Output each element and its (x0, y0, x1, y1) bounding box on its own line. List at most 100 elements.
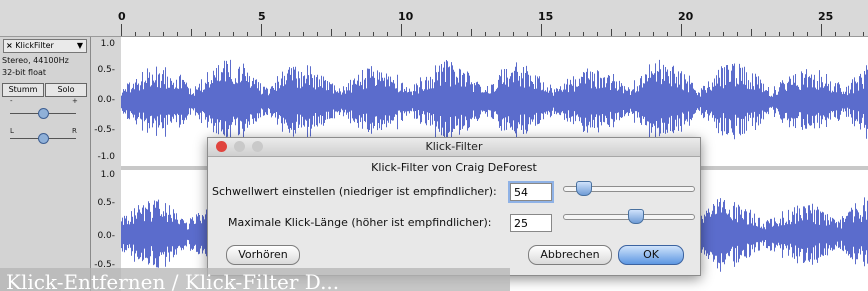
ruler-tick (835, 32, 836, 36)
ruler-tick (821, 24, 822, 36)
click-width-slider-thumb[interactable] (627, 209, 644, 224)
amplitude-scale-channel1: 1.0 0.5- 0.0- -0.5- -1.0 (91, 37, 121, 167)
ruler-tick (233, 32, 234, 36)
gain-minus-label: - (10, 97, 13, 105)
gain-plus-label: + (72, 97, 78, 105)
amplitude-scale-channel2: 1.0 0.5- 0.0- -0.5- (91, 168, 121, 270)
ruler-tick (709, 32, 710, 36)
ruler-tick (527, 32, 528, 36)
ruler-tick (765, 32, 766, 36)
ruler-tick (219, 32, 220, 36)
gain-slider-knob[interactable] (38, 108, 49, 119)
ruler-tick (695, 32, 696, 36)
threshold-slider-thumb[interactable] (575, 181, 592, 196)
ruler-tick (471, 29, 472, 36)
pan-slider[interactable] (10, 133, 76, 144)
ruler-tick (723, 32, 724, 36)
ruler-tick (513, 32, 514, 36)
ruler-tick (793, 32, 794, 36)
ruler-tick (135, 32, 136, 36)
ruler-label: 5 (258, 10, 266, 23)
ruler-tick (121, 24, 122, 36)
pan-right-label: R (72, 127, 77, 135)
ruler-tick (611, 29, 612, 36)
ruler-tick (583, 32, 584, 36)
scale-label: 0.0- (97, 231, 115, 241)
ruler-tick (177, 32, 178, 36)
ruler-tick (807, 32, 808, 36)
track-close-icon[interactable]: × (4, 41, 13, 50)
ruler-tick (653, 32, 654, 36)
ruler-tick (499, 32, 500, 36)
timeline-ruler[interactable]: 0 5 10 15 20 25 (0, 0, 868, 37)
track-control-panel: × KlickFilter ▼ Stereo, 44100Hz 32-bit f… (0, 37, 91, 291)
ruler-tick (261, 24, 262, 36)
ruler-tick (373, 32, 374, 36)
scale-label: -0.5- (94, 125, 115, 135)
ruler-tick (569, 32, 570, 36)
cancel-button[interactable]: Abbrechen (528, 245, 612, 265)
ruler-tick (681, 24, 682, 36)
ruler-tick (555, 32, 556, 36)
scale-label: 0.0- (97, 95, 115, 105)
ruler-tick (849, 32, 850, 36)
pan-slider-knob[interactable] (38, 133, 49, 144)
ruler-tick (345, 32, 346, 36)
ruler-tick (289, 32, 290, 36)
ruler-tick (247, 32, 248, 36)
chevron-down-icon[interactable]: ▼ (77, 40, 83, 52)
ruler-tick (625, 32, 626, 36)
ruler-tick (443, 32, 444, 36)
solo-button[interactable]: Solo (45, 83, 87, 97)
pan-left-label: L (10, 127, 14, 135)
ruler-tick (205, 32, 206, 36)
ruler-label: 0 (118, 10, 126, 23)
track-name-menu[interactable]: × KlickFilter ▼ (3, 39, 87, 53)
ruler-tick (541, 24, 542, 36)
preview-button[interactable]: Vorhören (226, 245, 300, 265)
ruler-tick (401, 24, 402, 36)
ruler-tick (303, 32, 304, 36)
ruler-tick (457, 32, 458, 36)
ruler-tick (485, 32, 486, 36)
waveform-channel (121, 59, 868, 143)
track-name: KlickFilter (15, 41, 54, 50)
ruler-tick (667, 32, 668, 36)
track-bit-depth: 32-bit float (2, 68, 47, 77)
gain-slider[interactable] (10, 108, 76, 119)
ruler-label: 10 (398, 10, 414, 23)
ruler-tick (415, 32, 416, 36)
ruler-tick (639, 32, 640, 36)
threshold-input[interactable]: 54 (510, 183, 552, 201)
klick-filter-dialog: Klick-Filter Klick-Filter von Craig DeFo… (207, 137, 701, 276)
ruler-tick (779, 32, 780, 36)
dialog-titlebar[interactable]: Klick-Filter (208, 138, 700, 157)
ruler-tick (359, 32, 360, 36)
caption-overlay: Klick-Entfernen / Klick-Filter D... (0, 268, 510, 291)
ruler-tick (751, 29, 752, 36)
threshold-label: Schwellwert einstellen (niedriger ist em… (212, 185, 497, 198)
ruler-tick (737, 32, 738, 36)
mute-button[interactable]: Stumm (2, 83, 44, 97)
scale-label: 1.0 (100, 170, 115, 180)
ok-button[interactable]: OK (618, 245, 684, 265)
ruler-tick (429, 32, 430, 36)
ruler-tick (191, 29, 192, 36)
ruler-label: 15 (538, 10, 554, 23)
caption-text: Klick-Entfernen / Klick-Filter D... (6, 270, 340, 291)
ruler-tick (317, 32, 318, 36)
ruler-tick (275, 32, 276, 36)
click-width-slider[interactable] (563, 209, 695, 224)
ruler-label: 25 (818, 10, 834, 23)
scale-label: -1.0 (97, 152, 115, 162)
ruler-tick (597, 32, 598, 36)
ruler-tick (863, 32, 864, 36)
ruler-tick (331, 29, 332, 36)
dialog-title: Klick-Filter (425, 140, 483, 153)
scale-label: 0.5- (97, 65, 115, 75)
scale-label: 1.0 (100, 39, 115, 49)
click-width-label: Maximale Klick-Länge (höher ist empfindl… (228, 216, 492, 229)
threshold-slider[interactable] (563, 181, 695, 196)
ruler-tick (149, 32, 150, 36)
click-width-input[interactable]: 25 (510, 214, 552, 232)
